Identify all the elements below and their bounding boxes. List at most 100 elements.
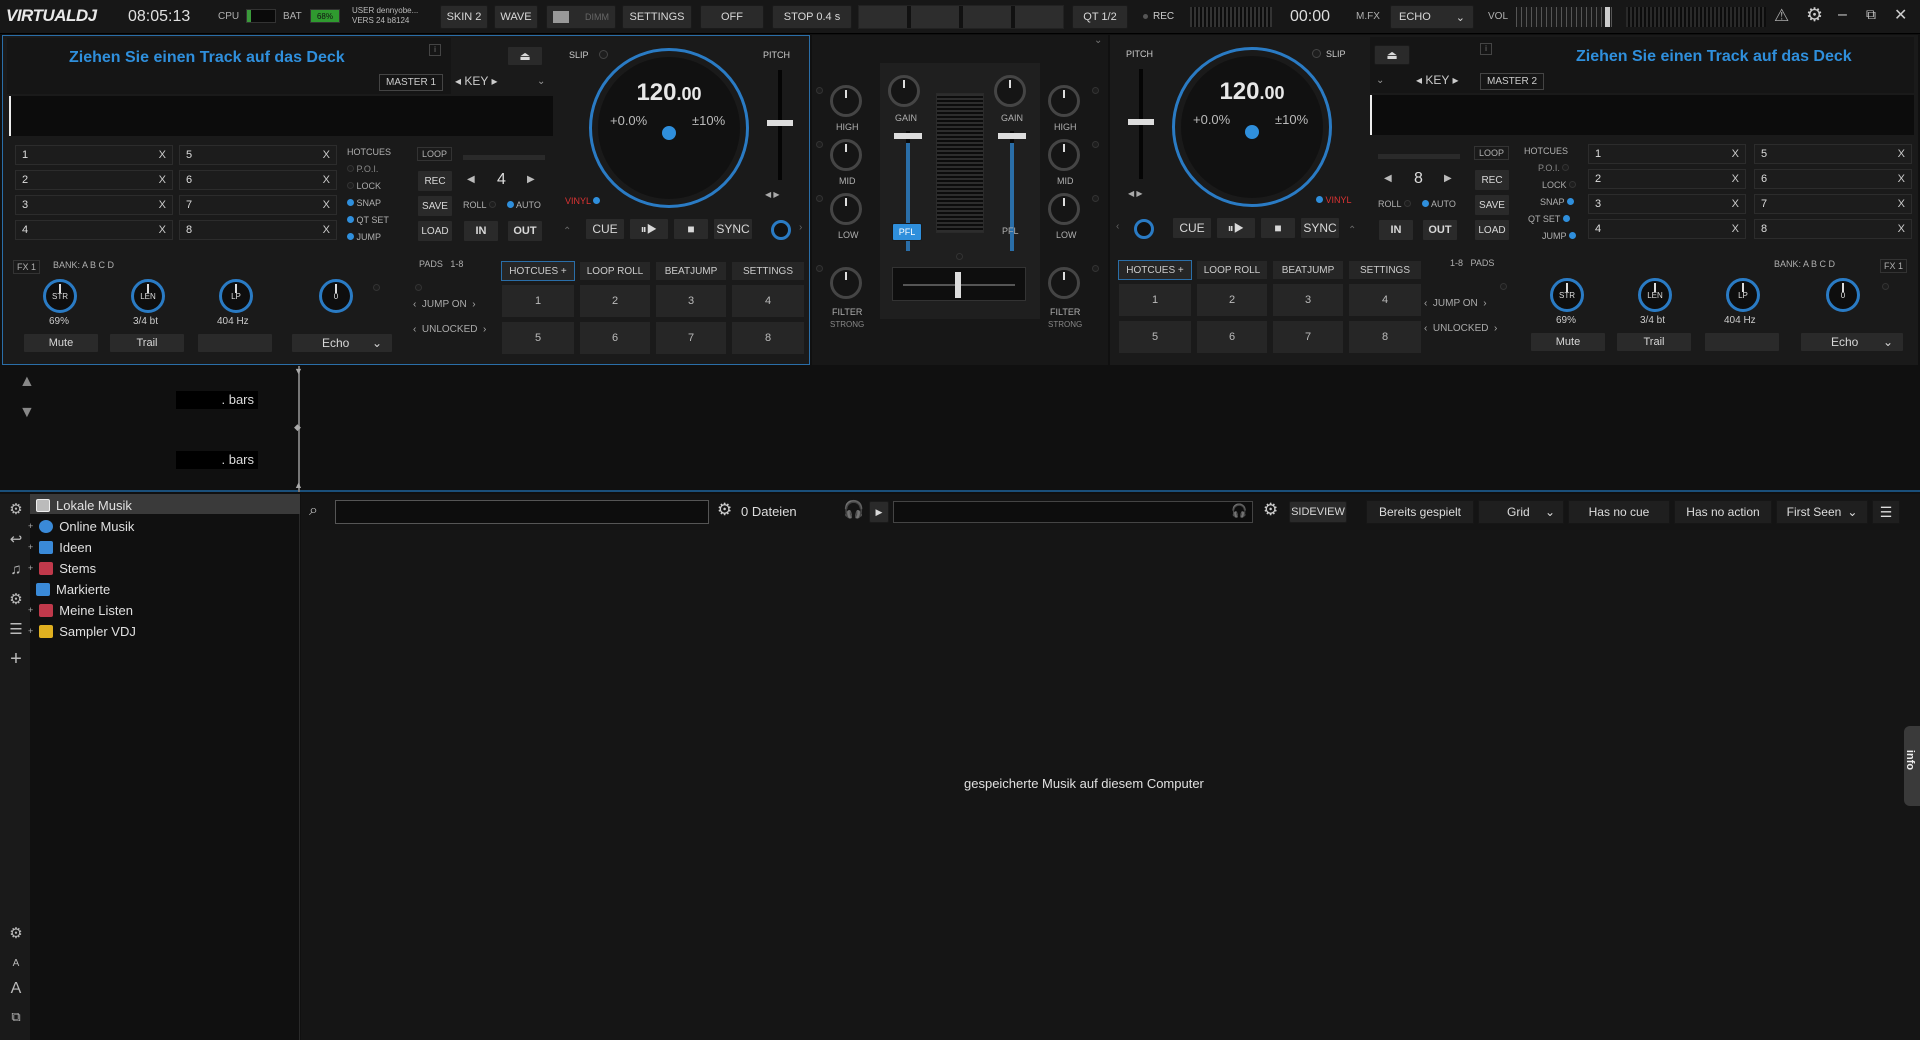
filter-dot-left[interactable]: [816, 263, 823, 275]
search-icon[interactable]: ⌕: [309, 502, 318, 520]
minimize-icon[interactable]: –: [1838, 6, 1847, 24]
stop-time-button[interactable]: STOP 0.4 s: [772, 5, 852, 29]
pad-7[interactable]: 7: [655, 321, 727, 355]
gain-knob-right[interactable]: [994, 75, 1026, 107]
sampler-grid[interactable]: [858, 5, 1064, 29]
eq-kill-dot-low-left[interactable]: [816, 193, 823, 205]
settings-icon[interactable]: ⚙: [5, 922, 27, 944]
wave-button[interactable]: WAVE: [494, 5, 538, 29]
play-pause-button-left[interactable]: ⏸▶: [629, 218, 669, 240]
eject-button-left[interactable]: ⏏: [507, 46, 543, 66]
pfl-button-left[interactable]: PFL: [892, 223, 922, 241]
fx-active-dot[interactable]: [373, 282, 380, 294]
info-icon[interactable]: i: [429, 44, 441, 56]
info-tab[interactable]: info: [1904, 726, 1920, 806]
slip-label[interactable]: SLIP: [569, 50, 589, 60]
eq-kill-dot-mid-right[interactable]: [1092, 139, 1099, 151]
snap-option[interactable]: SNAP: [1540, 197, 1574, 207]
slip-label[interactable]: SLIP: [1326, 49, 1346, 59]
eq-high-knob-left[interactable]: [830, 85, 862, 117]
tree-item-meine-listen[interactable]: + Meine Listen: [28, 600, 296, 620]
font-large-icon[interactable]: A: [5, 978, 27, 1000]
stop-button-right[interactable]: ■: [1260, 217, 1296, 239]
loop-in-button[interactable]: IN: [463, 220, 499, 242]
fx-empty-button[interactable]: [1704, 332, 1780, 352]
snap-option[interactable]: SNAP: [347, 198, 381, 208]
roll-option[interactable]: ROLL: [463, 200, 496, 210]
chevron-down-icon[interactable]: ⌄: [1376, 75, 1384, 86]
off-button[interactable]: OFF: [700, 5, 764, 29]
fx-select-right[interactable]: Echo ⌄: [1800, 332, 1904, 352]
loop-half-button[interactable]: ◀: [1384, 173, 1392, 184]
info-icon[interactable]: i: [1480, 43, 1492, 55]
cue-button-left[interactable]: CUE: [585, 218, 625, 240]
hotcue-slot-4[interactable]: 4X: [15, 220, 173, 240]
filter-has-no-cue[interactable]: Has no cue: [1568, 500, 1670, 524]
poi-option[interactable]: P.O.I.: [347, 164, 378, 174]
tree-item-online-musik[interactable]: + Online Musik: [28, 516, 296, 536]
pad-4[interactable]: 4: [731, 284, 805, 318]
jump-option[interactable]: JUMP: [347, 232, 381, 242]
eq-high-knob-right[interactable]: [1048, 85, 1080, 117]
prelisten-bar[interactable]: [893, 501, 1253, 523]
pad-2[interactable]: 2: [579, 284, 651, 318]
auto-option[interactable]: AUTO: [507, 200, 541, 210]
tab-loop-roll[interactable]: LOOP ROLL: [579, 261, 651, 281]
hotcue-slot-7[interactable]: 7X: [179, 195, 337, 215]
close-icon[interactable]: ✕: [1894, 5, 1907, 25]
search-options-icon[interactable]: ⚙: [717, 500, 732, 520]
chevron-right-icon[interactable]: ›: [799, 222, 802, 233]
pad-2[interactable]: 2: [1196, 283, 1268, 317]
filter-bereits-gespielt[interactable]: Bereits gespielt: [1366, 500, 1474, 524]
back-icon[interactable]: ↩: [5, 528, 27, 550]
loop-save-button[interactable]: SAVE: [1474, 194, 1510, 216]
roll-option[interactable]: ROLL: [1378, 199, 1411, 209]
eq-low-knob-right[interactable]: [1048, 193, 1080, 225]
hotcue-slot-2[interactable]: 2X: [15, 170, 173, 190]
qtset-option[interactable]: QT SET: [347, 215, 389, 225]
eq-kill-dot-mid-left[interactable]: [816, 139, 823, 151]
hotcue-slot-8[interactable]: 8X: [1754, 219, 1912, 239]
waveform-overview-right[interactable]: [1370, 95, 1914, 135]
sampler-icon[interactable]: ♫: [5, 558, 27, 580]
dimm-toggle[interactable]: DIMM: [546, 5, 616, 29]
eq-kill-dot-high-left[interactable]: [816, 85, 823, 97]
unlocked-param[interactable]: ‹ UNLOCKED ›: [413, 324, 486, 335]
gain-knob-left[interactable]: [888, 75, 920, 107]
gear-icon[interactable]: ⚙: [1806, 4, 1823, 27]
waveform-overview-left[interactable]: [9, 96, 553, 136]
hotcue-slot-4[interactable]: 4X: [1588, 219, 1746, 239]
hotcue-slot-6[interactable]: 6X: [1754, 169, 1912, 189]
font-small-icon[interactable]: A: [5, 952, 27, 974]
eq-kill-dot-high-right[interactable]: [1092, 85, 1099, 97]
key-selector-left[interactable]: ◂ KEY ▸: [455, 74, 498, 88]
maximize-icon[interactable]: ⧉: [1866, 6, 1876, 23]
eject-button-right[interactable]: ⏏: [1374, 45, 1410, 65]
loop-rec-button[interactable]: REC: [417, 170, 453, 192]
headphones-icon[interactable]: 🎧: [1231, 503, 1247, 519]
sideview-button[interactable]: SIDEVIEW: [1289, 501, 1347, 523]
chevron-left-icon[interactable]: ‹: [1116, 221, 1119, 232]
pitch-fader-right[interactable]: [1128, 69, 1154, 179]
fx-trail-button[interactable]: Trail: [1616, 332, 1692, 352]
gear-icon[interactable]: ⚙: [1263, 500, 1278, 520]
zoom-in-button[interactable]: ▲: [19, 373, 35, 391]
tab-hotcues-plus[interactable]: HOTCUES +: [1118, 260, 1192, 280]
filter-dot-right[interactable]: [1092, 263, 1099, 275]
fx-str-knob[interactable]: STR: [1550, 278, 1584, 312]
jump-option[interactable]: JUMP: [1542, 231, 1576, 241]
fx-len-knob[interactable]: LEN: [131, 279, 165, 313]
jog-wheel-left[interactable]: 120.00 +0.0% ±10%: [589, 48, 749, 208]
fx-lp-knob[interactable]: LP: [219, 279, 253, 313]
pad-1[interactable]: 1: [501, 284, 575, 318]
cue-button-right[interactable]: CUE: [1172, 217, 1212, 239]
pad-4[interactable]: 4: [1348, 283, 1422, 317]
pitch-fader[interactable]: [767, 70, 793, 180]
tab-beatjump[interactable]: BEATJUMP: [655, 261, 727, 281]
lock-option[interactable]: LOCK: [347, 181, 381, 191]
pad-5[interactable]: 5: [1118, 320, 1192, 354]
fx-len-knob[interactable]: LEN: [1638, 278, 1672, 312]
stop-button-left[interactable]: ■: [673, 218, 709, 240]
automix-icon[interactable]: ⚙: [5, 588, 27, 610]
rec-button[interactable]: REC: [1153, 11, 1174, 22]
